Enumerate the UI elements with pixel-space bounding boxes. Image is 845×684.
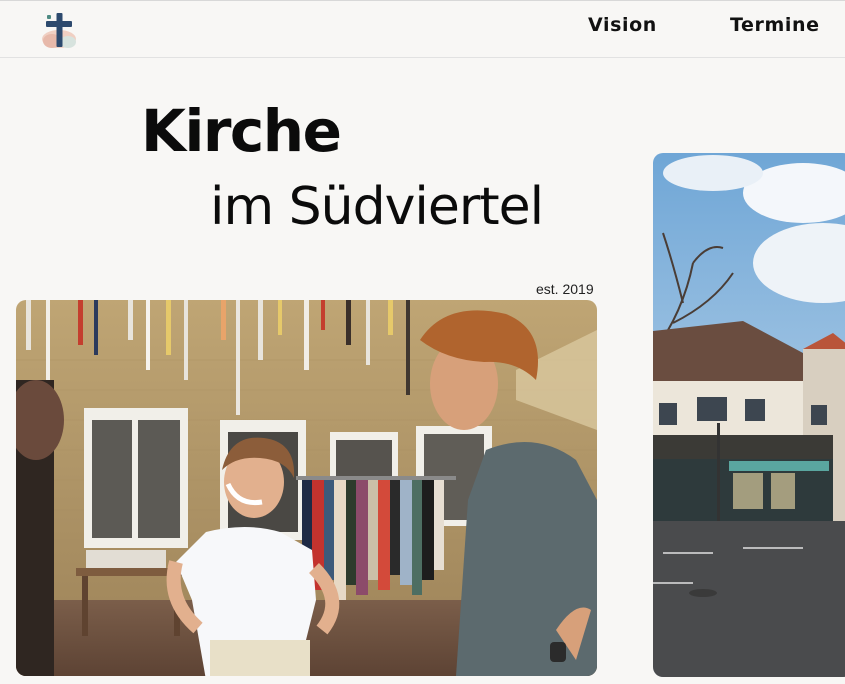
street-corner-building-photo <box>653 153 845 677</box>
established-label: est. 2019 <box>536 281 594 297</box>
hero-title-light: im Südviertel <box>210 177 544 237</box>
people-laughing-flea-market-photo <box>16 300 597 676</box>
nav-termine-link[interactable]: Termine <box>730 14 820 36</box>
cross-logo-icon[interactable] <box>38 11 80 51</box>
hero-title-bold: Kirche <box>141 97 342 165</box>
top-navigation-bar: Vision Termine <box>0 0 845 58</box>
nav-vision-link[interactable]: Vision <box>588 14 657 36</box>
